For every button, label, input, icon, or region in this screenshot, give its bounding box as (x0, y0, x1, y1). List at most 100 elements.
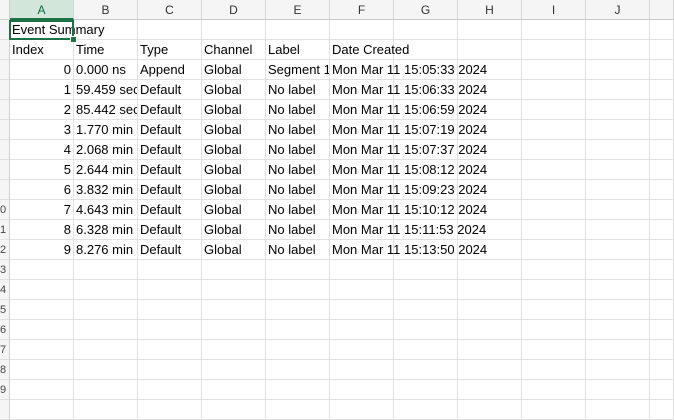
cell[interactable] (202, 340, 266, 360)
cell[interactable] (330, 300, 394, 320)
cell[interactable] (522, 200, 586, 220)
row-header[interactable]: 3 (0, 260, 10, 280)
cell[interactable] (650, 340, 674, 360)
row-header[interactable]: 0 (0, 200, 10, 220)
cell[interactable] (266, 360, 330, 380)
row-header[interactable]: 5 (0, 300, 10, 320)
cell[interactable] (330, 380, 394, 400)
index-cell[interactable]: 3 (10, 120, 74, 140)
cell[interactable] (586, 160, 650, 180)
label-cell[interactable]: No label (266, 180, 330, 200)
cell[interactable] (522, 120, 586, 140)
cell[interactable] (522, 280, 586, 300)
row-header[interactable]: 2 (0, 240, 10, 260)
cell[interactable] (10, 360, 74, 380)
cell[interactable] (650, 320, 674, 340)
cell[interactable] (522, 80, 586, 100)
channel-cell[interactable]: Global (202, 100, 266, 120)
cell[interactable] (586, 20, 650, 40)
time-cell[interactable]: 85.442 sec (74, 100, 138, 120)
channel-cell[interactable]: Global (202, 180, 266, 200)
cell[interactable] (138, 360, 202, 380)
date-created-cell[interactable]: Mon Mar 11 15:06:33 2024 (330, 80, 487, 100)
cell[interactable] (650, 160, 674, 180)
date-created-cell[interactable]: Mon Mar 11 15:11:53 2024 (330, 220, 486, 240)
cell[interactable] (74, 360, 138, 380)
cell[interactable] (586, 100, 650, 120)
row-header[interactable] (0, 100, 10, 120)
type-cell[interactable]: Default (138, 240, 202, 260)
row-header[interactable] (0, 140, 10, 160)
cell[interactable] (650, 40, 674, 60)
cell[interactable] (266, 300, 330, 320)
index-cell[interactable]: 8 (10, 220, 74, 240)
cell[interactable] (522, 320, 586, 340)
cell[interactable] (522, 340, 586, 360)
type-cell[interactable]: Default (138, 160, 202, 180)
column-header-h[interactable]: H (458, 0, 522, 20)
row-header[interactable] (0, 80, 10, 100)
cell[interactable] (394, 360, 458, 380)
cell[interactable] (586, 360, 650, 380)
header-cell-channel[interactable]: Channel (202, 40, 266, 60)
cell[interactable] (586, 260, 650, 280)
cell[interactable] (522, 300, 586, 320)
time-cell[interactable]: 8.276 min (74, 240, 138, 260)
cell[interactable] (394, 280, 458, 300)
cell[interactable] (74, 400, 138, 420)
cell[interactable] (330, 320, 394, 340)
index-cell[interactable]: 7 (10, 200, 74, 220)
cell[interactable] (522, 60, 586, 80)
cell[interactable] (394, 380, 458, 400)
time-cell[interactable]: 3.832 min (74, 180, 138, 200)
cell[interactable] (650, 220, 674, 240)
cell[interactable] (138, 340, 202, 360)
cell[interactable] (458, 300, 522, 320)
column-header-overflow[interactable] (650, 0, 674, 20)
cell[interactable] (650, 400, 674, 420)
type-cell[interactable]: Default (138, 220, 202, 240)
cell[interactable] (458, 380, 522, 400)
date-created-cell[interactable]: Mon Mar 11 15:09:23 2024 (330, 180, 487, 200)
date-created-cell[interactable]: Mon Mar 11 15:08:12 2024 (330, 160, 487, 180)
cell[interactable] (586, 180, 650, 200)
spreadsheet-grid[interactable]: A B C D E F G H I J Event Summary Index … (0, 0, 674, 420)
column-header-d[interactable]: D (202, 0, 266, 20)
cell[interactable] (586, 220, 650, 240)
index-cell[interactable]: 5 (10, 160, 74, 180)
cell[interactable] (458, 340, 522, 360)
column-header-e[interactable]: E (266, 0, 330, 20)
date-created-cell[interactable]: Mon Mar 11 15:10:12 2024 (330, 200, 487, 220)
column-header-f[interactable]: F (330, 0, 394, 20)
cell[interactable] (202, 300, 266, 320)
cell[interactable] (650, 20, 674, 40)
cell[interactable] (10, 260, 74, 280)
cell[interactable] (522, 160, 586, 180)
cell[interactable] (586, 120, 650, 140)
cell[interactable] (458, 280, 522, 300)
row-header[interactable]: 9 (0, 380, 10, 400)
cell[interactable] (522, 100, 586, 120)
cell[interactable] (586, 140, 650, 160)
cell[interactable] (586, 300, 650, 320)
channel-cell[interactable]: Global (202, 160, 266, 180)
cell[interactable] (266, 400, 330, 420)
cell[interactable] (650, 100, 674, 120)
date-created-cell[interactable]: Mon Mar 11 15:06:59 2024 (330, 100, 487, 120)
cell[interactable] (138, 280, 202, 300)
index-cell[interactable]: 1 (10, 80, 74, 100)
cell[interactable] (650, 360, 674, 380)
channel-cell[interactable]: Global (202, 240, 266, 260)
label-cell[interactable]: No label (266, 100, 330, 120)
row-header[interactable]: 1 (0, 220, 10, 240)
row-header[interactable] (0, 40, 10, 60)
select-all-corner[interactable] (0, 0, 10, 20)
type-cell[interactable]: Append (138, 60, 202, 80)
time-cell[interactable]: 59.459 sec (74, 80, 138, 100)
channel-cell[interactable]: Global (202, 200, 266, 220)
cell[interactable] (138, 400, 202, 420)
label-cell[interactable]: No label (266, 200, 330, 220)
cell[interactable] (394, 400, 458, 420)
date-created-cell[interactable]: Mon Mar 11 15:05:33 2024 (330, 60, 487, 80)
cell[interactable] (330, 280, 394, 300)
